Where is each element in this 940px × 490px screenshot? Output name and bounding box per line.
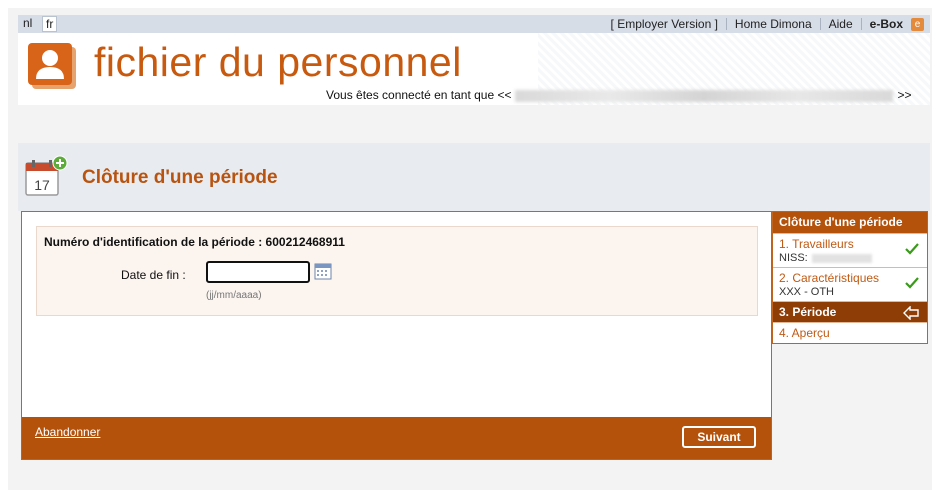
cancel-link[interactable]: Abandonner: [35, 425, 100, 439]
help-link[interactable]: Aide: [821, 16, 861, 32]
calendar-picker-icon[interactable]: [314, 262, 332, 280]
connected-prefix: Vous êtes connecté en tant que <<: [326, 88, 512, 102]
home-dimona-link[interactable]: Home Dimona: [727, 16, 820, 32]
niss-label: NISS:: [779, 252, 808, 264]
date-format-hint: (jj/mm/aaaa): [206, 290, 262, 301]
form-footer: Abandonner Suivant: [22, 417, 771, 459]
language-fr-link[interactable]: fr: [42, 16, 58, 32]
step-label: 1. Travailleurs: [779, 237, 854, 251]
redacted-user-name: [515, 89, 894, 102]
page-title-band: 17 Clôture d'une période: [18, 143, 930, 211]
end-date-input[interactable]: [206, 261, 310, 283]
step-sub: NISS:: [779, 252, 921, 264]
ebox-link[interactable]: e-Box: [862, 16, 911, 32]
language-nl-link[interactable]: nl: [20, 16, 35, 31]
step-sub: XXX - OTH: [779, 286, 835, 298]
period-id-text: Numéro d'identification de la période : …: [44, 235, 345, 249]
checkmark-icon: [905, 243, 919, 255]
step-label: 3. Période: [779, 305, 837, 319]
steps-sidebar: Clôture d'une période 1. Travailleurs NI…: [772, 211, 928, 344]
top-bar: nl fr [ Employer Version ] Home Dimona A…: [18, 15, 930, 33]
end-date-label: Date de fin :: [121, 268, 186, 282]
calendar-day: 17: [34, 177, 50, 193]
connected-suffix: >>: [897, 88, 912, 102]
ebox-icon[interactable]: e: [911, 17, 924, 31]
app-header: fichier du personnel Vous êtes connecté …: [18, 33, 930, 105]
checkmark-icon: [905, 277, 919, 289]
step-label: 4. Aperçu: [779, 326, 830, 340]
calendar-add-icon: 17: [25, 155, 68, 196]
arrow-left-icon: [903, 306, 919, 320]
form-panel: Numéro d'identification de la période : …: [21, 211, 772, 460]
employer-version-link[interactable]: [ Employer Version ]: [603, 16, 726, 32]
connected-as-text: Vous êtes connecté en tant que << >>: [326, 88, 912, 102]
person-logo-icon: [28, 43, 76, 89]
step-label: 2. Caractéristiques: [779, 271, 880, 285]
top-links: [ Employer Version ] Home Dimona Aide e-…: [603, 16, 924, 32]
period-form-box: Numéro d'identification de la période : …: [36, 226, 758, 316]
step-overview[interactable]: 4. Aperçu: [773, 322, 927, 343]
step-period[interactable]: 3. Période: [773, 301, 927, 322]
redacted-niss: [811, 253, 872, 263]
steps-title: Clôture d'une période: [773, 212, 927, 233]
step-characteristics[interactable]: 2. Caractéristiques XXX - OTH: [773, 267, 927, 301]
step-workers[interactable]: 1. Travailleurs NISS:: [773, 233, 927, 267]
page-title: Clôture d'une période: [82, 167, 278, 188]
next-button[interactable]: Suivant: [682, 426, 756, 448]
app-title: fichier du personnel: [94, 39, 462, 85]
